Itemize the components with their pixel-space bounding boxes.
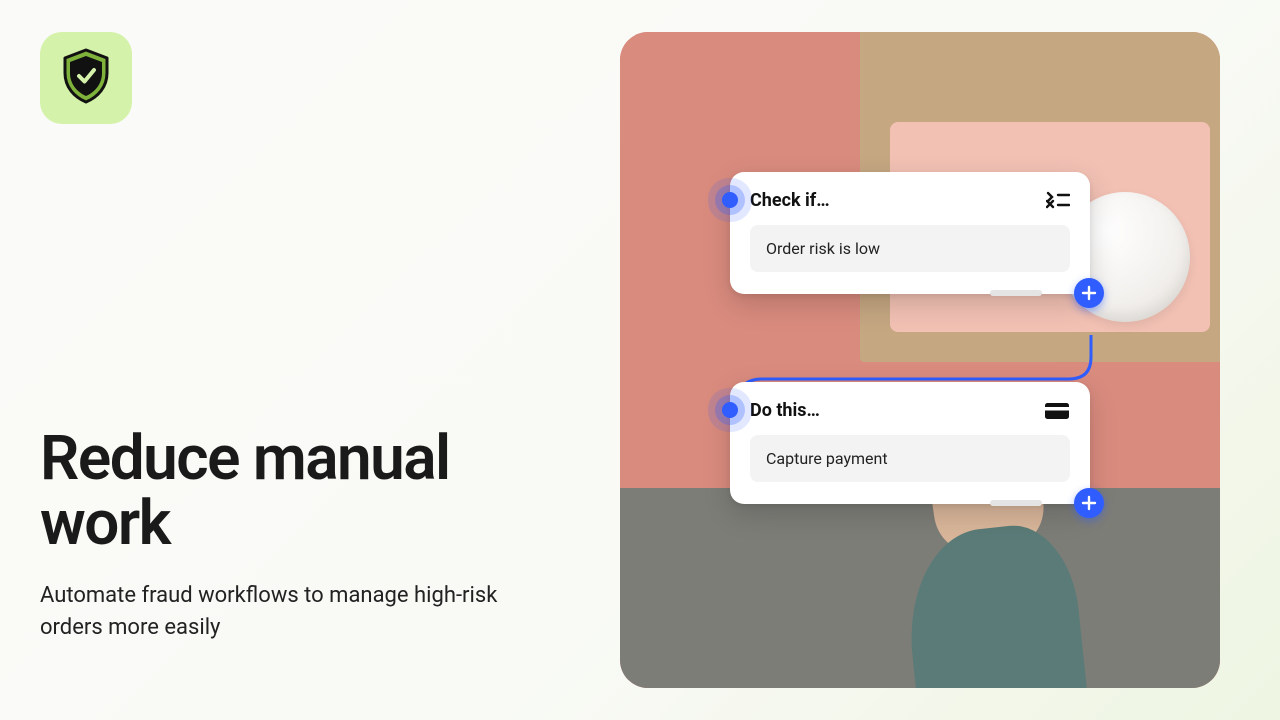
workflow-card-check[interactable]: Check if… Order risk is low (730, 172, 1090, 294)
shield-check-icon (59, 47, 113, 109)
node-dot-icon (722, 402, 738, 418)
workflow-card-action[interactable]: Do this… Capture payment (730, 382, 1090, 504)
hero-sleeve (900, 520, 1090, 688)
card-header: Check if… (750, 190, 1070, 211)
card-footer-handle (990, 290, 1042, 296)
card-title: Do this… (750, 400, 820, 421)
left-column: Reduce manual work Automate fraud workfl… (0, 0, 620, 720)
subtitle: Automate fraud workflows to manage high-… (40, 580, 560, 644)
add-step-button[interactable] (1074, 488, 1104, 518)
right-column: Check if… Order risk is low (620, 0, 1280, 720)
page: Reduce manual work Automate fraud workfl… (0, 0, 1280, 720)
card-title: Check if… (750, 190, 830, 211)
card-body: Order risk is low (750, 225, 1070, 272)
headline: Reduce manual work (40, 426, 580, 556)
checklist-icon (1046, 191, 1070, 211)
card-header: Do this… (750, 400, 1070, 421)
card-body: Capture payment (750, 435, 1070, 482)
card-footer-handle (990, 500, 1042, 506)
credit-card-icon (1044, 402, 1070, 420)
app-icon (40, 32, 132, 124)
hero-image: Check if… Order risk is low (620, 32, 1220, 688)
workflow-cards: Check if… Order risk is low (730, 172, 1090, 504)
node-dot-icon (722, 192, 738, 208)
add-step-button[interactable] (1074, 278, 1104, 308)
